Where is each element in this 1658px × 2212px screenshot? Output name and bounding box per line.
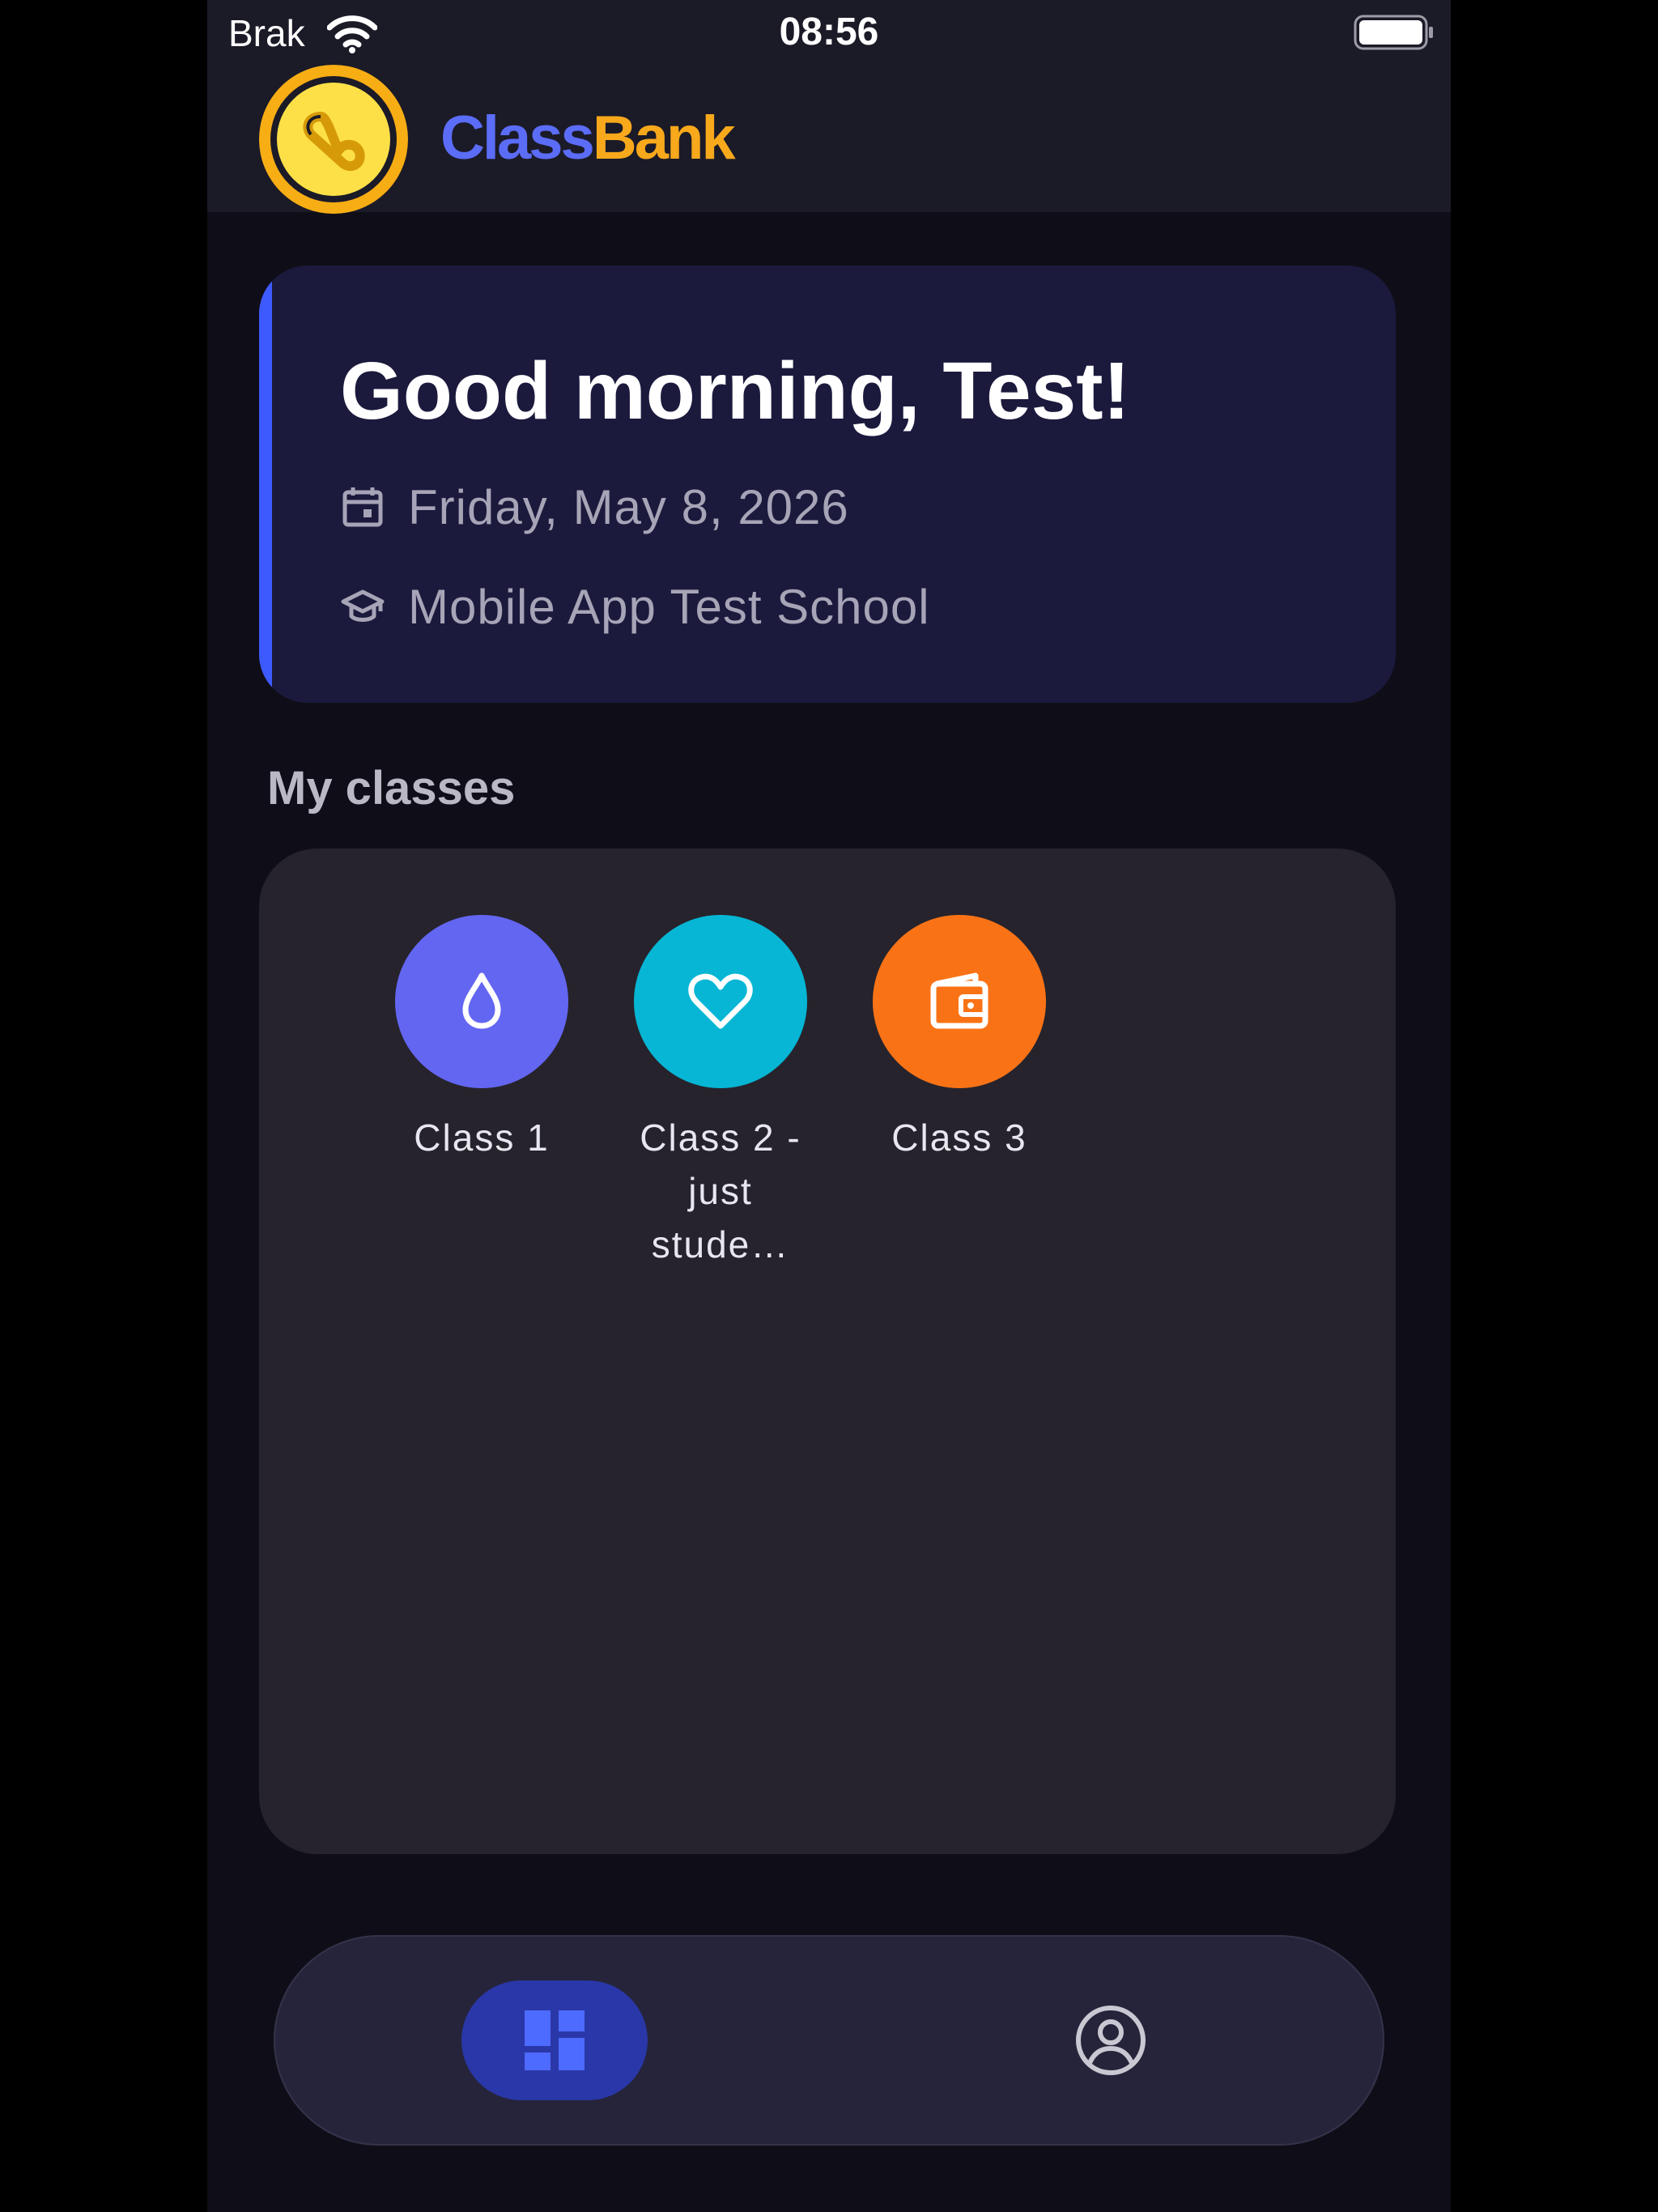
brand-title: ClassBank [440, 102, 736, 175]
date-row: Friday, May 8, 2026 [340, 474, 849, 539]
greeting-school: Mobile App Test School [408, 579, 930, 634]
brand-part-bank: Bank [592, 104, 736, 172]
calendar-icon [342, 487, 383, 527]
school-row: Mobile App Test School [340, 574, 930, 639]
section-title-my-classes: My classes [267, 762, 516, 815]
classes-card: Class 1 Class 2 - just stude… Class 3 [259, 849, 1396, 1854]
greeting-date: Friday, May 8, 2026 [408, 479, 849, 534]
drop-icon [462, 972, 501, 1029]
class-2-label: Class 2 - just stude… [640, 1117, 801, 1266]
brand-part-class: Class [440, 104, 595, 172]
wallet-icon [930, 972, 988, 1029]
dashboard-icon [525, 2010, 585, 2070]
class-3-avatar[interactable] [873, 915, 1046, 1088]
coin-logo-icon[interactable] [259, 65, 408, 214]
greeting-title: Good morning, Test! [340, 346, 1130, 436]
class-item-2[interactable]: Class 2 - just stude… [619, 915, 822, 1271]
app-screen: Brak 08:56 ClassBank Good morning, Test!… [207, 0, 1451, 2212]
greeting-accent-bar [259, 266, 272, 703]
status-time: 08:56 [779, 11, 879, 53]
top-bar: Brak 08:56 ClassBank [207, 0, 1451, 214]
greeting-card: Good morning, Test! Friday, May 8, 2026 … [259, 266, 1396, 703]
bottom-nav [274, 1935, 1384, 2146]
class-item-1[interactable]: Class 1 [380, 915, 583, 1164]
profile-icon [1076, 2006, 1146, 2075]
class-1-label: Class 1 [414, 1117, 550, 1159]
nav-profile-button[interactable] [1069, 1998, 1153, 2082]
class-1-avatar[interactable] [395, 915, 568, 1088]
class-item-3[interactable]: Class 3 [858, 915, 1061, 1164]
graduation-cap-icon [341, 589, 385, 622]
class-2-avatar[interactable] [634, 915, 807, 1088]
battery-full-icon [1354, 15, 1433, 50]
heart-icon [688, 973, 753, 1029]
nav-dashboard-button[interactable] [461, 1980, 648, 2100]
class-3-label: Class 3 [891, 1117, 1027, 1159]
